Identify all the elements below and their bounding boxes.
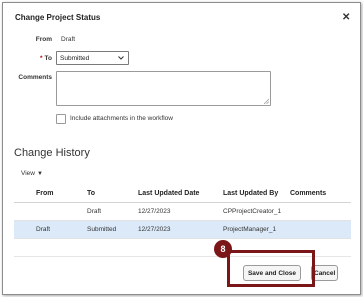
cell-date: 12/27/2023 [138,226,171,233]
change-history-title: Change History [14,147,90,159]
chevron-down-icon [118,56,124,60]
close-icon[interactable]: ✕ [342,12,350,23]
cell-date: 12/27/2023 [138,208,171,215]
cell-updated-by: ProjectManager_1 [223,226,277,233]
table-row[interactable]: Draft 12/27/2023 CPProjectCreator_1 [14,203,351,220]
step-number-badge: 8 [214,240,232,258]
include-attachments-checkbox[interactable] [56,114,66,124]
column-header-last-updated-by: Last Updated By [223,190,279,197]
column-header-to: To [87,190,96,197]
table-row-selected[interactable]: Draft Submitted 12/27/2023 ProjectManage… [14,221,351,238]
view-menu-label: View [21,170,35,177]
column-header-last-updated-date: Last Updated Date [138,190,200,197]
include-attachments-label: Include attachments in the workflow [70,115,173,122]
dialog-title: Change Project Status [15,13,101,22]
required-marker: * [40,55,43,62]
from-value: Draft [61,36,76,43]
resize-grip-icon[interactable] [263,98,269,104]
column-header-from: From [36,190,54,197]
comments-label: Comments [18,74,52,81]
from-label: From [35,36,52,43]
to-label: To [44,55,52,62]
cell-updated-by: CPProjectCreator_1 [223,208,282,215]
footer-divider [14,256,351,257]
row-divider [14,238,351,239]
to-label-wrap: * To [22,55,52,62]
save-and-close-button[interactable]: Save and Close [243,265,301,281]
column-header-comments: Comments [290,190,327,197]
cancel-button[interactable]: Cancel [311,265,338,281]
caret-down-icon: ▼ [36,171,43,177]
cell-to: Submitted [87,226,117,233]
to-status-select[interactable]: Submitted [56,51,129,65]
to-status-value: Submitted [60,55,90,62]
view-menu[interactable]: View ▼ [21,170,43,177]
comments-textarea[interactable] [56,71,271,106]
cell-to: Draft [87,208,102,215]
cell-from: Draft [36,226,51,233]
